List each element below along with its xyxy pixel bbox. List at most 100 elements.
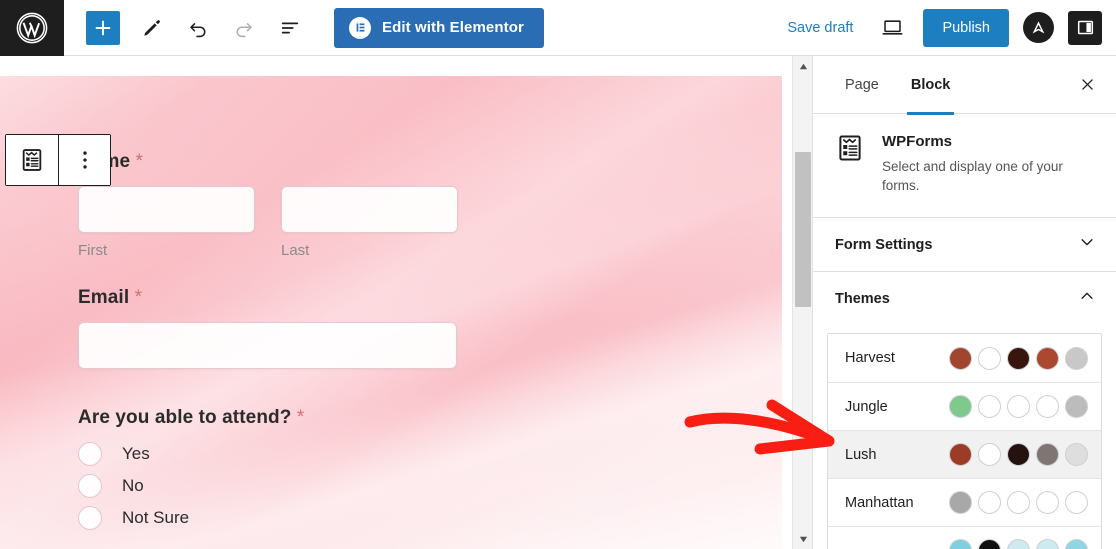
theme-row-manhattan[interactable]: Manhattan — [828, 478, 1101, 527]
theme-name: Jungle — [845, 398, 888, 415]
color-swatch — [1036, 346, 1059, 370]
theme-swatches — [949, 395, 1088, 419]
color-swatch — [1036, 443, 1059, 467]
pencil-icon[interactable] — [132, 8, 172, 48]
wpforms-block-icon — [835, 133, 865, 195]
field-name: Name * First Last — [78, 151, 782, 259]
radio-label: No — [122, 476, 144, 495]
name-last-input[interactable] — [281, 186, 458, 233]
color-swatch — [1007, 395, 1030, 419]
required-asterisk: * — [135, 151, 144, 172]
field-email-label-text: Email — [78, 287, 130, 308]
color-swatch — [949, 539, 972, 549]
theme-row-jungle[interactable]: Jungle — [828, 382, 1101, 431]
theme-name: Harvest — [845, 350, 895, 367]
color-swatch — [1036, 539, 1059, 549]
name-first-col: First — [78, 186, 255, 259]
form-preview-surface: Name * First Last — [0, 76, 782, 549]
redo-icon[interactable] — [224, 8, 264, 48]
elementor-logo-icon — [349, 16, 371, 39]
color-swatch — [978, 539, 1001, 549]
tab-block[interactable]: Block — [895, 56, 967, 115]
color-swatch — [1007, 491, 1030, 515]
theme-row-harvest[interactable]: Harvest — [828, 334, 1101, 383]
name-first-sublabel: First — [78, 242, 108, 259]
desktop-preview-icon[interactable] — [875, 11, 909, 45]
theme-swatches — [949, 491, 1088, 515]
name-first-input[interactable] — [78, 186, 255, 233]
color-swatch — [949, 346, 972, 370]
color-swatch — [1007, 443, 1030, 467]
more-options-vertical-dots-icon[interactable] — [58, 135, 110, 185]
wpforms-block-icon[interactable] — [6, 135, 58, 185]
panel-themes[interactable]: Themes — [813, 271, 1116, 326]
color-swatch — [1065, 539, 1088, 549]
save-draft-button[interactable]: Save draft — [779, 14, 861, 42]
editor-tools-group — [132, 8, 310, 48]
name-last-sublabel: Last — [281, 242, 310, 259]
theme-swatches — [949, 346, 1088, 370]
radio-dot-icon[interactable] — [78, 442, 102, 466]
edit-with-elementor-button[interactable]: Edit with Elementor — [334, 7, 544, 48]
color-swatch — [1007, 539, 1030, 549]
radio-option-no[interactable]: No — [78, 474, 782, 498]
color-swatch — [949, 443, 972, 467]
panel-form-settings[interactable]: Form Settings — [813, 217, 1116, 272]
theme-name: Manhattan — [845, 494, 914, 511]
chevron-up-icon — [1078, 287, 1096, 310]
scrollbar-thumb[interactable] — [795, 152, 811, 307]
block-toolbar — [5, 134, 111, 186]
editor-top-bar: Edit with Elementor Save draft Publish — [0, 0, 1116, 56]
field-name-label: Name * — [78, 151, 782, 173]
name-subfields: First Last — [78, 186, 782, 259]
radio-dot-icon[interactable] — [78, 506, 102, 530]
chevron-down-icon — [1078, 233, 1096, 256]
radio-label: Not Sure — [122, 508, 190, 527]
color-swatch — [1065, 395, 1088, 419]
panel-themes-title: Themes — [835, 290, 890, 307]
list-view-icon[interactable] — [270, 8, 310, 48]
publish-button[interactable]: Publish — [923, 8, 1009, 47]
settings-sidebar-toggle-button[interactable] — [1068, 10, 1102, 45]
tab-page[interactable]: Page — [829, 56, 895, 114]
color-swatch — [1007, 346, 1030, 370]
wpforms-form-preview: Name * First Last — [0, 76, 782, 530]
add-block-button[interactable] — [86, 10, 120, 45]
theme-row-lush[interactable]: Lush — [828, 430, 1101, 479]
field-attend-label: Are you able to attend? * — [78, 407, 782, 429]
color-swatch — [978, 491, 1001, 515]
theme-swatches — [949, 539, 1088, 549]
field-email: Email * — [78, 287, 782, 369]
field-attend: Are you able to attend? * Yes No Not Sur… — [78, 407, 782, 530]
sidebar-tabs: Page Block — [813, 56, 1116, 115]
color-swatch — [978, 346, 1001, 370]
color-swatch — [978, 395, 1001, 419]
color-swatch — [1065, 346, 1088, 370]
scroll-up-arrow-icon[interactable] — [793, 56, 813, 76]
color-swatch — [1065, 491, 1088, 515]
canvas-scrollbar[interactable] — [792, 56, 812, 549]
radio-dot-icon[interactable] — [78, 474, 102, 498]
theme-name: Lush — [845, 446, 877, 463]
color-swatch — [1036, 491, 1059, 515]
wordpress-block-editor: Edit with Elementor Save draft Publish *… — [0, 0, 1116, 549]
astra-logo-icon[interactable] — [1023, 12, 1054, 43]
wordpress-logo-icon[interactable] — [0, 0, 64, 56]
theme-row[interactable] — [828, 526, 1101, 549]
close-icon[interactable] — [1070, 68, 1104, 102]
email-input[interactable] — [78, 322, 457, 369]
radio-option-yes[interactable]: Yes — [78, 442, 782, 466]
color-swatch — [949, 491, 972, 515]
radio-option-not-sure[interactable]: Not Sure — [78, 506, 782, 530]
field-attend-label-text: Are you able to attend? — [78, 407, 292, 428]
block-card-description: Select and display one of your forms. — [882, 159, 1063, 194]
block-card-title: WPForms — [882, 133, 953, 150]
color-swatch — [949, 395, 972, 419]
editor-canvas: Name * First Last — [0, 56, 812, 549]
color-swatch — [1036, 395, 1059, 419]
required-asterisk: * — [134, 287, 143, 308]
email-input-wrap — [78, 322, 457, 369]
scroll-down-arrow-icon[interactable] — [793, 529, 813, 549]
required-asterisk: * — [296, 407, 305, 428]
undo-icon[interactable] — [178, 8, 218, 48]
